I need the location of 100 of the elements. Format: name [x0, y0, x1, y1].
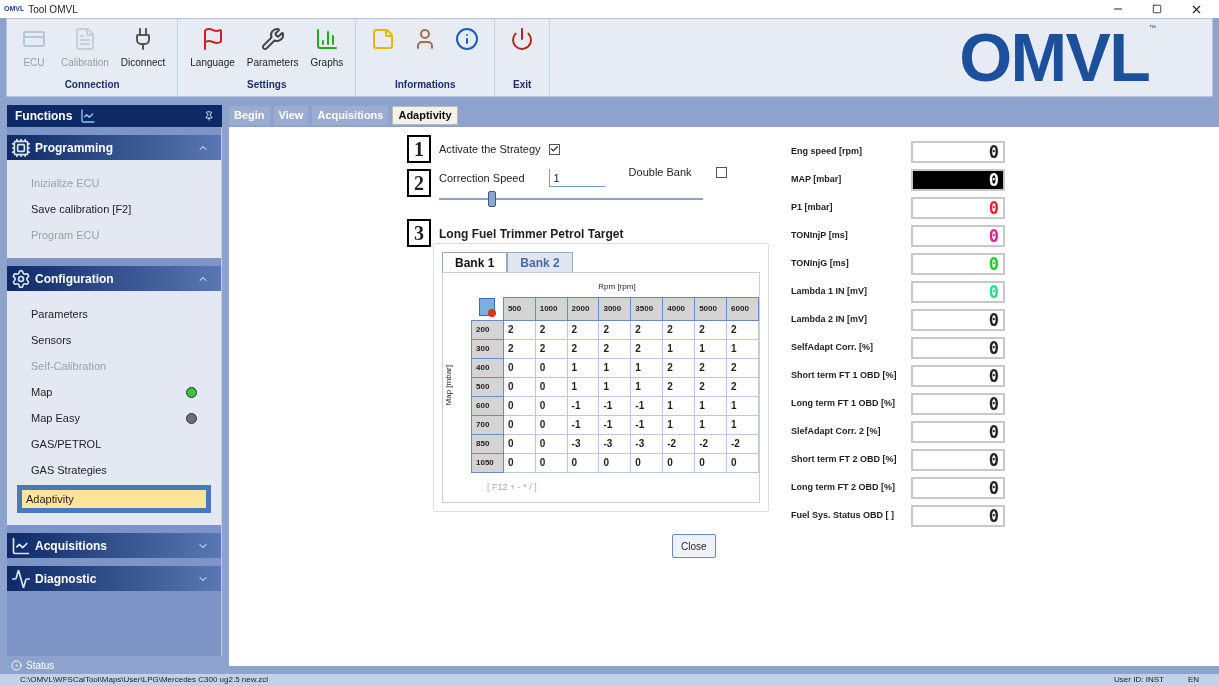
group-label: Connection	[63, 78, 121, 92]
group-label: Settings	[246, 78, 288, 92]
wrench-icon	[260, 27, 285, 51]
window-title: Tool OMVL	[28, 2, 78, 17]
status-icon	[11, 659, 22, 671]
column-header: 6000	[726, 297, 759, 320]
bar-chart-icon	[314, 27, 339, 51]
table-cell: 2	[662, 377, 695, 396]
correction-field[interactable]: 1	[548, 169, 605, 187]
axis-label: Map [mbar]	[443, 364, 454, 405]
table-cell: 2	[598, 320, 631, 339]
table-cell: 2	[535, 320, 568, 339]
logo: OMVL	[959, 23, 1149, 91]
table-cell: 1	[662, 396, 695, 415]
table-cell: 0	[503, 396, 536, 415]
bank-tab[interactable]: Bank 1	[442, 252, 508, 272]
table-cell: 0	[535, 415, 568, 434]
language-code: EN	[1187, 674, 1199, 686]
table-cell: 2	[726, 377, 759, 396]
table-cell: -2	[662, 434, 695, 453]
sensor-value: 0	[988, 283, 999, 301]
table-cell: 0	[535, 358, 568, 377]
sensor-label: Eng speed [rpm]	[791, 145, 863, 159]
step-number: 2	[407, 169, 431, 197]
sensor-value: 0	[988, 507, 999, 525]
table-cell: 1	[694, 415, 727, 434]
column-header: 3000	[598, 297, 631, 320]
slider-thumb[interactable]	[487, 191, 496, 207]
table-cell: -1	[598, 415, 631, 434]
power-icon	[510, 27, 535, 51]
toolbar-button[interactable]: Graphs	[306, 27, 348, 70]
strategy-checkbox[interactable]	[548, 143, 560, 155]
sidebar-item[interactable]: Adaptivity	[17, 485, 211, 513]
sensor-label: Long term FT 2 OBD [%]	[791, 481, 896, 495]
pin-icon[interactable]	[204, 111, 214, 121]
table-cell: -1	[630, 415, 663, 434]
status-label: Status	[26, 658, 55, 673]
table-cell: 0	[567, 453, 599, 472]
section-header[interactable]: Configuration	[7, 266, 221, 291]
tab[interactable]: Adaptivity	[392, 106, 458, 125]
table-cell: 2	[535, 339, 568, 358]
sidebar-item[interactable]: Map	[31, 381, 197, 403]
sensor-value: 0	[988, 367, 999, 385]
table-cell: 1	[662, 415, 695, 434]
sidebar-item[interactable]: Parameters	[31, 303, 197, 325]
trimmer-title: Long Fuel Trimmer Petrol Target	[439, 226, 625, 243]
speed-slider[interactable]	[439, 191, 703, 207]
table-cell: 1	[726, 396, 759, 415]
correction-label: Correction Speed	[439, 170, 525, 186]
shortcut-hint: [ F12 + - * / ]	[487, 480, 537, 494]
table-cell: 2	[503, 339, 536, 358]
table-cell: 0	[503, 434, 536, 453]
table-cell: 2	[694, 377, 727, 396]
sensor-label: Fuel Sys. Status OBD [ ]	[791, 509, 896, 523]
table-cell: -1	[598, 396, 631, 415]
wave-icon	[11, 568, 31, 589]
sidebar-item[interactable]: Save calibration [F2]	[31, 198, 197, 220]
close-button[interactable]: Close	[672, 534, 716, 558]
sensor-value: 0	[988, 311, 999, 329]
bank-tab[interactable]: Bank 2	[507, 252, 573, 272]
table-cell: 0	[503, 377, 536, 396]
sensor-label: SelfAdapt Corr. [%]	[791, 341, 874, 355]
column-header: 5000	[694, 297, 727, 320]
panel-icon	[80, 108, 97, 124]
table-cell: 0	[630, 453, 663, 472]
table-cell: -1	[567, 415, 599, 434]
sensor-value: 0	[988, 395, 999, 413]
sensor-value: 0	[988, 423, 999, 441]
table-cell: 2	[598, 339, 631, 358]
table-cell: -1	[630, 396, 663, 415]
section-header[interactable]: Acquisitions	[7, 533, 221, 558]
sidebar-item[interactable]: Sensors	[31, 329, 197, 351]
maximize-icon[interactable]	[1152, 4, 1162, 14]
sidebar-item[interactable]: GAS/PETROL	[31, 433, 197, 455]
table-cell: 2	[662, 320, 695, 339]
toolbar-button[interactable]: Parameters	[242, 27, 303, 70]
table-cell: 0	[694, 453, 727, 472]
step-number: 1	[407, 135, 431, 163]
toolbar-button[interactable]: Diconnect	[116, 27, 170, 70]
double-bank-checkbox[interactable]	[715, 166, 727, 178]
toolbar-button[interactable]: Language	[186, 27, 239, 70]
sensor-label: Short term FT 1 OBD [%]	[791, 369, 898, 383]
table-menu-icon[interactable]	[479, 297, 496, 316]
section-header[interactable]: Diagnostic	[7, 566, 221, 591]
table-cell: -2	[726, 434, 759, 453]
table-cell: -3	[630, 434, 663, 453]
table-cell: 2	[694, 320, 727, 339]
step-number: 3	[407, 219, 431, 247]
table-cell: 0	[535, 434, 568, 453]
file-path: C:\OMVL\WFSCalTool\Maps\User\LPG\Mercedes C300 ug2.5 new.zcl	[20, 674, 270, 686]
table-cell: 0	[726, 453, 759, 472]
section-header[interactable]: Programming	[7, 135, 221, 160]
sensor-label: SlefAdapt Corr. 2 [%]	[791, 425, 882, 439]
line-chart-icon	[11, 535, 31, 556]
sidebar-item[interactable]: Map Easy	[31, 407, 197, 429]
sensor-value: 0	[988, 339, 999, 357]
table-cell: 2	[726, 358, 759, 377]
sensor-value: 0	[988, 171, 999, 189]
sidebar-item[interactable]: GAS Strategies	[31, 459, 197, 481]
sensor-label: Lambda 2 IN [mV]	[791, 313, 868, 327]
